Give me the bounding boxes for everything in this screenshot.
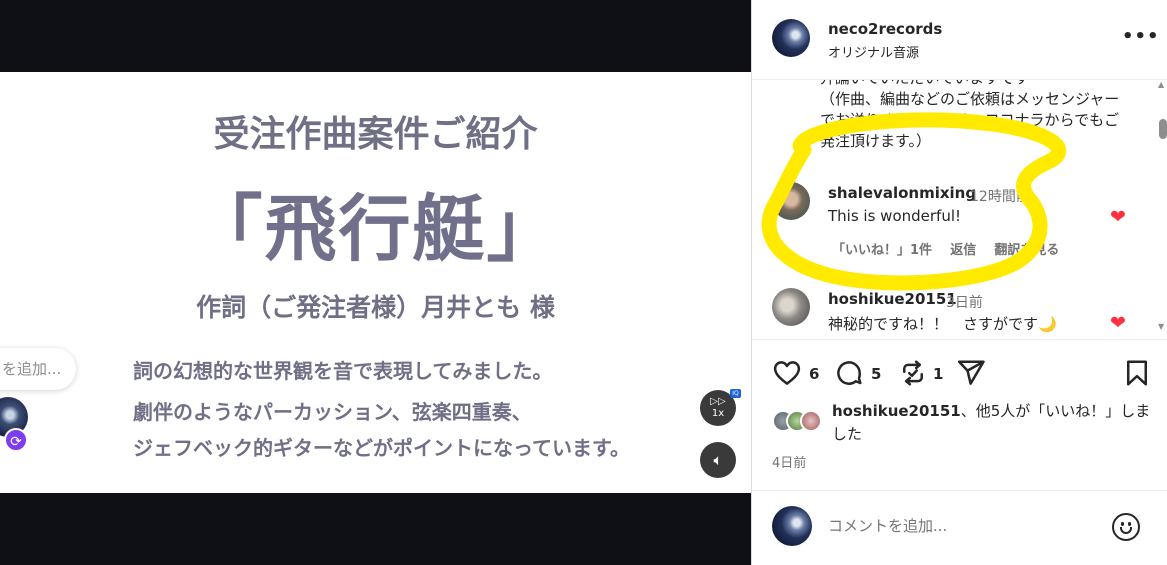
commenter-avatar[interactable] <box>772 288 810 326</box>
commenter-avatar[interactable] <box>772 182 810 220</box>
heart-filled-icon[interactable]: ❤ <box>1110 208 1126 227</box>
comment-likes-link[interactable]: 「いいね！」1件 <box>832 243 932 258</box>
slide-heading: 受注作曲案件ご紹介 <box>213 114 538 155</box>
caption-text: 弁論いていただいていますです （作曲、編曲などのご依頼はメッセンジャーでお送りく… <box>820 80 1120 152</box>
scroll-up-icon[interactable]: ▲ <box>1158 80 1164 89</box>
scroll-thumb[interactable] <box>1159 119 1167 139</box>
slide-credit: 作詞（ご発注者様）月井とも 様 <box>196 293 555 322</box>
overlay-comment-pill[interactable]: を追加... <box>0 348 76 390</box>
action-bar: 6 5 1 <box>752 340 1167 400</box>
likes-first-user[interactable]: hoshikue20151 <box>832 402 961 420</box>
more-options-icon[interactable]: ••• <box>1122 26 1160 47</box>
comments-count[interactable]: 5 <box>871 365 881 383</box>
slide-title: 「飛行艇」 <box>190 187 561 271</box>
likes-count[interactable]: 6 <box>809 365 819 383</box>
current-user-avatar[interactable] <box>772 506 812 546</box>
comment-time[interactable]: 12時間前 <box>970 186 1030 206</box>
reply-button[interactable]: 返信 <box>950 243 976 258</box>
slide-image: 受注作曲案件ご紹介 「飛行艇」 作詞（ご発注者様）月井とも 様 詞の幻想的な世界… <box>0 72 751 493</box>
scroll-down-icon[interactable]: ▼ <box>1158 322 1164 331</box>
emoji-mouth <box>1120 527 1132 534</box>
speed-badge: IQ <box>730 389 741 398</box>
likes-text[interactable]: hoshikue20151、他5人が「いいね！」しました <box>832 400 1152 446</box>
caption-line: （作曲、編曲などのご依頼はメッセンジャーでお送りくださいませ。ココナラからでもご… <box>820 90 1120 150</box>
post-details-panel: neco2records オリジナル音源 ••• 弁論いていただいていますです … <box>751 0 1167 565</box>
repost-icon[interactable] <box>898 358 928 388</box>
comments-list[interactable]: 弁論いていただいていますです （作曲、編曲などのご依頼はメッセンジャーでお送りく… <box>752 80 1167 340</box>
sync-icon[interactable]: ⟳ <box>4 428 28 452</box>
reposts-count[interactable]: 1 <box>933 365 943 383</box>
volume-icon[interactable]: 🔈︎ <box>700 442 736 478</box>
comment-username[interactable]: shalevalonmixing <box>828 184 976 202</box>
share-icon[interactable] <box>956 358 986 388</box>
comment-meta: 「いいね！」1件 返信 翻訳を見る <box>832 239 1073 258</box>
heart-filled-icon[interactable]: ❤ <box>1110 314 1126 333</box>
liker-avatar[interactable] <box>800 410 822 432</box>
comment-time[interactable]: 3日前 <box>946 292 983 312</box>
author-avatar[interactable] <box>772 19 810 57</box>
comment-text: 神秘的ですね！！ さすがです🌙 <box>828 315 1057 333</box>
audio-label[interactable]: オリジナル音源 <box>828 42 919 61</box>
speed-label: 1x <box>711 408 725 419</box>
comment-username[interactable]: hoshikue20151 <box>828 290 957 308</box>
post-header: neco2records オリジナル音源 ••• <box>752 0 1167 80</box>
comment-input[interactable] <box>828 517 1098 535</box>
emoji-icon[interactable] <box>1112 513 1140 541</box>
comments-scrollbar[interactable]: ▲ ▼ <box>1155 80 1167 339</box>
slide-body-line: ジェフベック的ギターなどがポイントになっています。 <box>133 436 630 460</box>
author-username[interactable]: neco2records <box>828 20 942 38</box>
slide-body-line: 劇伴のようなパーカッション、弦楽四重奏、 <box>133 400 532 424</box>
comment-icon[interactable] <box>834 358 864 388</box>
like-icon[interactable] <box>772 358 802 388</box>
slide-body-line: 詞の幻想的な世界観を音で表現してみました。 <box>133 359 553 383</box>
comment-text: This is wonderful! <box>828 207 962 225</box>
comment-item: shalevalonmixing 12時間前 This is wonderful… <box>752 182 1152 272</box>
likes-summary: hoshikue20151、他5人が「いいね！」しました <box>752 400 1167 450</box>
translate-link[interactable]: 翻訳を見る <box>994 243 1059 258</box>
save-icon[interactable] <box>1122 358 1152 388</box>
post-date[interactable]: 4日前 <box>772 452 806 471</box>
caption-partial-line: 弁論いていただいていますです <box>820 80 1120 89</box>
media-panel[interactable]: 受注作曲案件ご紹介 「飛行艇」 作詞（ご発注者様）月井とも 様 詞の幻想的な世界… <box>0 0 751 565</box>
comment-item: hoshikue20151 3日前 神秘的ですね！！ さすがです🌙 ❤ <box>752 288 1152 339</box>
add-comment-bar <box>752 490 1167 565</box>
